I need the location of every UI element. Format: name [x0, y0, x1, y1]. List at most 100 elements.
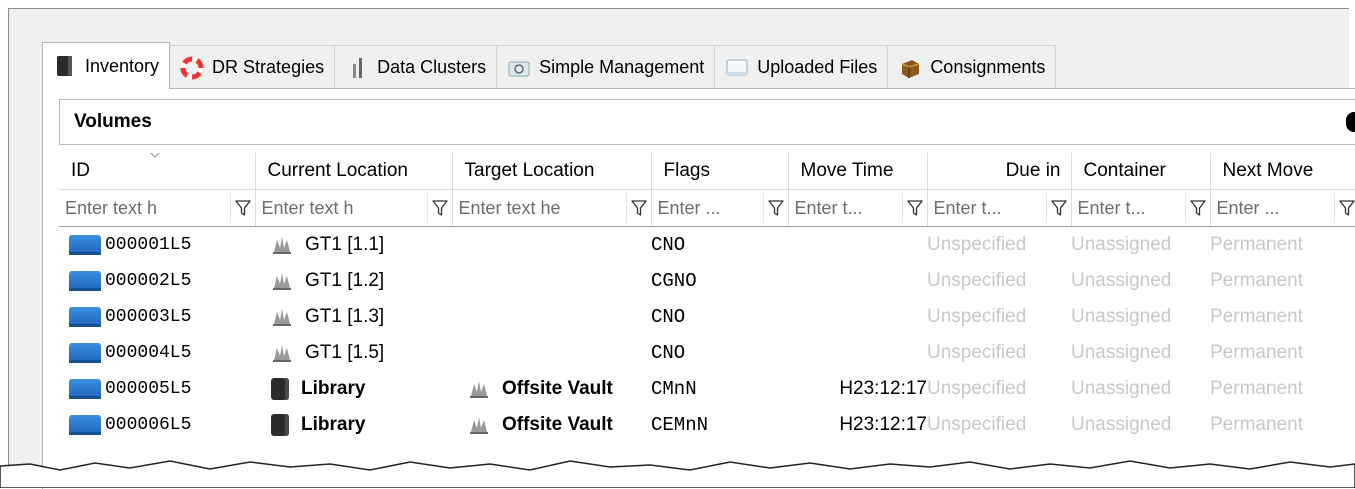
tab-uploaded-files[interactable]: Uploaded Files [714, 45, 888, 89]
cell-flags: CNO [651, 227, 788, 264]
torn-edge [0, 458, 1355, 488]
filter-button[interactable] [626, 193, 651, 223]
column-header-move-time[interactable]: Move Time [788, 153, 927, 190]
vault-icon [271, 342, 293, 364]
cell-flags: CGNO [651, 263, 788, 299]
simple-management-icon [507, 56, 531, 80]
volume-id: 000003L5 [105, 307, 191, 327]
column-header-flags[interactable]: Flags [651, 153, 788, 190]
tab-simple-management[interactable]: Simple Management [496, 45, 715, 89]
volume-cartridge-icon [69, 343, 101, 363]
cell-id: 000003L5 [59, 299, 255, 335]
filter-funnel-icon [768, 199, 784, 217]
current-location-text: GT1 [1.3] [305, 306, 384, 328]
filter-button[interactable] [902, 193, 927, 223]
filter-input[interactable]: Enter t... [795, 198, 902, 219]
filter-button[interactable] [1185, 193, 1210, 223]
cell-next-move: Permanent [1210, 299, 1355, 335]
volume-cartridge-icon [69, 271, 101, 291]
filter-input[interactable]: Enter t... [934, 198, 1046, 219]
tab-label: Data Clusters [377, 57, 486, 78]
column-header-due-in[interactable]: Due in [927, 153, 1071, 190]
volume-cartridge-icon [69, 379, 101, 399]
tab-data-clusters[interactable]: Data Clusters [334, 45, 497, 89]
cell-due-in: Unspecified [927, 263, 1071, 299]
cell-move-time [788, 227, 927, 264]
cell-target-location: Offsite Vault [452, 407, 651, 443]
cell-due-in: Unspecified [927, 335, 1071, 371]
cell-id: 000005L5 [59, 371, 255, 407]
cell-move-time: H23:12:17 [788, 371, 927, 407]
filter-cell: Enter ... [651, 190, 788, 227]
cell-container: Unassigned [1071, 371, 1210, 407]
vault-icon [468, 378, 490, 400]
table-row[interactable]: 000006L5LibraryOffsite VaultCEMnNH23:12:… [59, 407, 1355, 443]
filter-input[interactable]: Enter text h [262, 198, 427, 219]
filter-button[interactable] [763, 193, 788, 223]
volume-id: 000002L5 [105, 271, 191, 291]
column-header-current-location[interactable]: Current Location [255, 153, 452, 190]
group-title: Volumes [60, 111, 152, 133]
filter-button[interactable] [1046, 193, 1071, 223]
table-row[interactable]: 000001L5GT1 [1.1]CNOUnspecifiedUnassigne… [59, 227, 1355, 264]
filter-input[interactable]: Enter t... [1078, 198, 1185, 219]
filter-input[interactable]: Enter ... [658, 198, 763, 219]
tab-inventory[interactable]: Inventory [42, 42, 170, 89]
tab-dr-strategies[interactable]: DR Strategies [169, 45, 335, 89]
volume-id: 000001L5 [105, 235, 191, 255]
filter-input[interactable]: Enter text h [65, 198, 230, 219]
filter-button[interactable] [1334, 193, 1355, 223]
vault-icon [271, 306, 293, 328]
column-header-container[interactable]: Container [1071, 153, 1210, 190]
filter-input[interactable]: Enter ... [1217, 198, 1334, 219]
filter-funnel-icon [235, 199, 251, 217]
vault-icon [271, 234, 293, 256]
filter-funnel-icon [1339, 199, 1355, 217]
sort-indicator-icon [149, 153, 161, 159]
cell-container: Unassigned [1071, 263, 1210, 299]
cell-due-in: Unspecified [927, 227, 1071, 264]
cell-target-location [452, 263, 651, 299]
column-header-row: ID Current Location Target Location Flag… [59, 153, 1355, 190]
volume-id: 000006L5 [105, 415, 191, 435]
cell-move-time: H23:12:17 [788, 407, 927, 443]
filter-funnel-icon [907, 199, 923, 217]
table-row[interactable]: 000003L5GT1 [1.3]CNOUnspecifiedUnassigne… [59, 299, 1355, 335]
filter-funnel-icon [432, 199, 448, 217]
current-location-text: GT1 [1.2] [305, 270, 384, 292]
cell-next-move: Permanent [1210, 407, 1355, 443]
volume-cartridge-icon [69, 415, 101, 435]
filter-cell: Enter t... [1071, 190, 1210, 227]
tab-strip: Inventory DR Strategies Data Clusters Si… [42, 45, 1055, 89]
column-header-id[interactable]: ID [59, 153, 255, 190]
cell-due-in: Unspecified [927, 407, 1071, 443]
tab-label: Simple Management [539, 57, 704, 78]
tab-label: Inventory [85, 56, 159, 77]
cell-current-location: GT1 [1.5] [255, 335, 452, 371]
cell-next-move: Permanent [1210, 263, 1355, 299]
cell-target-location [452, 335, 651, 371]
group-toggle[interactable] [1346, 112, 1355, 132]
filter-cell: Enter text h [59, 190, 255, 227]
table-row[interactable]: 000004L5GT1 [1.5]CNOUnspecifiedUnassigne… [59, 335, 1355, 371]
tab-consignments[interactable]: Consignments [887, 45, 1056, 89]
filter-button[interactable] [230, 193, 255, 223]
volume-id: 000004L5 [105, 343, 191, 363]
filter-button[interactable] [427, 193, 452, 223]
column-header-target-location[interactable]: Target Location [452, 153, 651, 190]
cell-container: Unassigned [1071, 407, 1210, 443]
vault-icon [468, 414, 490, 436]
filter-input[interactable]: Enter text he [459, 198, 626, 219]
table-row[interactable]: 000005L5LibraryOffsite VaultCMnNH23:12:1… [59, 371, 1355, 407]
column-header-next-move[interactable]: Next Move [1210, 153, 1355, 190]
cell-next-move: Permanent [1210, 371, 1355, 407]
cell-current-location: Library [255, 371, 452, 407]
tab-label: Consignments [930, 57, 1045, 78]
library-icon [271, 378, 289, 400]
cell-current-location: GT1 [1.3] [255, 299, 452, 335]
current-location-text: GT1 [1.1] [305, 234, 384, 256]
cell-current-location: GT1 [1.1] [255, 227, 452, 264]
uploaded-files-icon [725, 56, 749, 80]
table-row[interactable]: 000002L5 GT1 [1.2] CGNO UnspecifiedUnassign… [59, 263, 1355, 299]
cell-id: 000002L5 [59, 263, 255, 299]
